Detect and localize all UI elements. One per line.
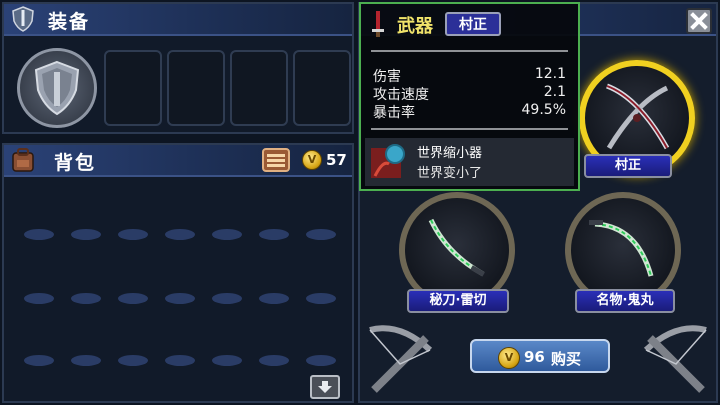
equipment-header: 装备: [4, 4, 352, 36]
crossbow-decoration-right: [643, 325, 707, 393]
inventory-slot[interactable]: [118, 229, 148, 240]
weapon-label-muramasa[interactable]: 村正: [584, 154, 672, 178]
equipment-slot-2[interactable]: [167, 50, 225, 126]
inventory-slot[interactable]: [212, 229, 242, 240]
stat-row-crit-rate: 暴击率 49.5%: [373, 102, 566, 121]
buy-button[interactable]: V 96 购买: [470, 339, 610, 373]
equipment-slot-1[interactable]: [104, 50, 162, 126]
stat-value: 49.5%: [521, 102, 566, 118]
equipment-header-icon: [12, 6, 34, 32]
stat-label: 攻击速度: [373, 87, 429, 103]
inventory-slot[interactable]: [71, 229, 101, 240]
tooltip-item-name: 村正: [459, 17, 487, 33]
inventory-slot[interactable]: [259, 229, 289, 240]
inventory-slot[interactable]: [259, 293, 289, 304]
coin-count: 57: [326, 151, 347, 169]
backpack-header: 背包 V 57: [4, 145, 352, 177]
inventory-slot[interactable]: [24, 293, 54, 304]
backpack-panel: 背包 V 57: [2, 143, 354, 403]
inventory-slot[interactable]: [212, 355, 242, 366]
sword-icon: [606, 83, 670, 150]
close-button[interactable]: [686, 8, 712, 34]
tooltip-divider-top: [371, 50, 568, 52]
inventory-slot[interactable]: [306, 229, 336, 240]
weapon-label-onimaru[interactable]: 名物·鬼丸: [575, 289, 675, 313]
coin-icon: V: [498, 347, 520, 369]
equipment-slot-3[interactable]: [230, 50, 288, 126]
world-shrink-skill-icon: [371, 144, 405, 178]
crossbow-decoration-left: [369, 325, 433, 393]
inventory-slot[interactable]: [118, 293, 148, 304]
skill-row: 世界缩小器 世界变小了: [365, 138, 574, 186]
buy-label: 购买: [551, 350, 582, 368]
equipment-title: 装备: [48, 11, 91, 33]
backpack-title: 背包: [54, 152, 97, 174]
buy-price: 96: [524, 348, 545, 366]
stat-value: 12.1: [534, 66, 566, 82]
inventory-slot[interactable]: [212, 293, 242, 304]
inventory-slot[interactable]: [306, 355, 336, 366]
inventory-slot[interactable]: [118, 355, 148, 366]
stat-label: 伤害: [373, 69, 401, 85]
scroll-down-button[interactable]: [310, 375, 340, 399]
equipment-slot-4[interactable]: [293, 50, 351, 126]
bag-sort-button[interactable]: [262, 148, 290, 172]
inventory-slot[interactable]: [165, 355, 195, 366]
stat-row-attack-speed: 攻击速度 2.1: [373, 84, 566, 103]
katana-icon: [428, 218, 485, 277]
inventory-slot[interactable]: [71, 293, 101, 304]
inventory-slot[interactable]: [24, 355, 54, 366]
close-icon: [690, 12, 708, 30]
inventory-slot[interactable]: [306, 293, 336, 304]
weapon-category-icon: [372, 11, 384, 37]
equipment-panel: 装备: [2, 2, 354, 134]
katana-icon: [589, 220, 654, 277]
inventory-slot[interactable]: [24, 229, 54, 240]
armor-slot[interactable]: [17, 48, 97, 128]
inventory-slot[interactable]: [165, 229, 195, 240]
inventory-slot[interactable]: [165, 293, 195, 304]
inventory-slot[interactable]: [259, 355, 289, 366]
coin-icon: V: [302, 150, 322, 170]
stat-row-damage: 伤害 12.1: [373, 66, 566, 85]
inventory-slot[interactable]: [71, 355, 101, 366]
item-tooltip: 武器 村正 伤害 12.1 攻击速度 2.1 暴击率 49.5% 世界缩小器 世…: [359, 2, 580, 191]
arrow-down-icon: [318, 381, 332, 393]
skill-description: 世界变小了: [417, 166, 483, 181]
shield-icon: [34, 60, 80, 116]
weapon-label-raikiri[interactable]: 秘刀·雷切: [407, 289, 509, 313]
stat-value: 2.1: [543, 84, 566, 100]
tooltip-name-box: 村正: [445, 12, 501, 36]
stat-label: 暴击率: [373, 105, 415, 121]
skill-name: 世界缩小器: [417, 146, 483, 161]
sort-icon: [267, 154, 285, 167]
tooltip-divider-bottom: [371, 128, 568, 130]
backpack-icon: [12, 148, 34, 172]
tooltip-category: 武器: [397, 16, 433, 37]
